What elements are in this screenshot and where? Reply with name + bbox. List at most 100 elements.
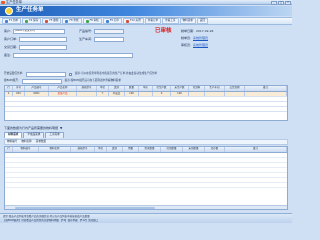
table-cell[interactable] xyxy=(189,92,205,96)
col-header[interactable]: 产品名称 xyxy=(49,86,77,91)
table-row[interactable] xyxy=(5,183,287,188)
production-field[interactable] xyxy=(94,37,125,42)
maximize-button[interactable]: □ xyxy=(278,0,284,5)
scrollbar-thumb[interactable] xyxy=(15,206,155,209)
col-header[interactable]: 交货日期 xyxy=(225,86,245,91)
table-cell[interactable]: 0 xyxy=(153,92,171,96)
table-cell[interactable] xyxy=(225,92,245,96)
col-header[interactable]: 未生产数 xyxy=(171,86,189,91)
material-subheader: 物料编号 物料名称 需求数量 xyxy=(4,139,288,145)
product-code-label: 产品编号: xyxy=(79,29,93,33)
col-header[interactable]: 用量 xyxy=(123,147,139,152)
client-field[interactable]: (0001) 某某公司 xyxy=(13,29,66,34)
col-header[interactable]: 产品编号 xyxy=(25,86,49,91)
col-header[interactable]: 库存数 xyxy=(205,147,225,152)
horizontal-scrollbar[interactable] xyxy=(5,205,287,209)
table-cell[interactable] xyxy=(245,92,287,96)
col-header[interactable]: 备注 xyxy=(245,86,287,91)
maker-value[interactable]: 系统管理员 xyxy=(193,37,208,40)
bom-note: 提示:按BOM展开后可在下面列表中查看物料需求 xyxy=(64,78,121,82)
col-header[interactable]: 行 xyxy=(5,86,13,91)
col-header[interactable]: 已领数量 xyxy=(161,147,183,152)
find-button[interactable]: F6 查找 xyxy=(62,18,82,24)
options-checkbox[interactable] xyxy=(69,72,73,76)
options-label: 开始设置任务单: xyxy=(4,71,24,75)
maker-row: 制单员: 系统管理员 xyxy=(181,37,208,40)
options-bar: 开始设置任务单: 提示:可以在任务单列表中直接引用生产订单,并由此自动生成生产任… xyxy=(4,71,288,77)
new-button[interactable]: F1 新单 xyxy=(2,18,22,24)
remark-row: 备注: xyxy=(4,53,134,58)
order-label: 客户订单: xyxy=(4,37,18,41)
col-header[interactable]: 备注 xyxy=(225,147,287,152)
sub-label: 需求数量 xyxy=(35,139,47,143)
col-header[interactable]: 单价 xyxy=(139,86,153,91)
save-icon xyxy=(25,19,29,23)
col-header[interactable]: 规格型号 xyxy=(71,147,95,152)
tab-material[interactable]: 材料需求 xyxy=(4,132,23,138)
bom-label: 按BOM展开: xyxy=(4,78,19,82)
options-dropdown[interactable] xyxy=(26,71,67,77)
col-header[interactable]: 单位 xyxy=(97,86,109,91)
remark-label: 备注: xyxy=(4,53,12,57)
date-row: 制单日期: 2017-02-26 xyxy=(181,30,213,33)
bom-dropdown[interactable] xyxy=(21,78,62,84)
delivery-field[interactable] xyxy=(19,45,68,50)
table-row[interactable] xyxy=(5,107,287,112)
form-area: 客户: (0001) 某某公司 产品编号: 已审核 制单日期: 2017-02-… xyxy=(4,28,288,62)
material-tabs: 材料需求 半成品需求 工序需求 xyxy=(4,132,288,138)
table-cell[interactable] xyxy=(139,92,153,96)
col-header[interactable]: 单位 xyxy=(95,147,107,152)
col-header[interactable]: 物料名称 xyxy=(39,147,71,152)
table-cell[interactable]: 半成品 xyxy=(109,92,125,96)
minimize-button[interactable]: _ xyxy=(271,0,277,5)
client-label: 客户: xyxy=(4,29,12,33)
col-header[interactable]: 未领数量 xyxy=(183,147,205,152)
col-header[interactable]: 需求数量 xyxy=(139,147,161,152)
col-header[interactable]: 行 xyxy=(5,147,13,152)
save-button[interactable]: F4 保存 xyxy=(22,18,42,24)
material-need-button[interactable]: 物料需求 xyxy=(179,18,196,24)
tab-process[interactable]: 工序需求 xyxy=(45,132,64,138)
view-process-button[interactable]: 查看工序 xyxy=(162,18,179,24)
back-button[interactable]: 返回 xyxy=(196,18,209,24)
close-button[interactable]: × xyxy=(285,0,291,5)
view-order-button[interactable]: 查看订单 xyxy=(144,18,162,24)
col-header[interactable]: 类别 xyxy=(109,86,125,91)
delete-button[interactable]: F5 删除 xyxy=(42,18,62,24)
close-window-button[interactable]: F12 关闭 xyxy=(122,18,144,24)
production-row: 生产车间: xyxy=(79,37,125,42)
table-cell[interactable]: 0001 xyxy=(25,92,49,96)
audit-button[interactable]: F8 审核 xyxy=(82,18,102,24)
tab-semi-product[interactable]: 半成品需求 xyxy=(23,132,45,138)
app-icon xyxy=(1,1,5,4)
col-header[interactable]: 序号 xyxy=(13,86,25,91)
close-icon xyxy=(125,19,129,23)
window-titlebar: 生产任务单 _ □ × xyxy=(0,0,292,5)
print-button[interactable]: F9 打印 xyxy=(102,18,122,24)
table-cell[interactable]: 100 xyxy=(125,92,139,96)
delete-icon xyxy=(45,19,49,23)
remark-field[interactable] xyxy=(13,53,134,58)
col-header[interactable]: 已领料 xyxy=(189,86,205,91)
table-cell[interactable] xyxy=(205,92,225,96)
production-label: 生产车间: xyxy=(79,37,93,41)
col-header[interactable]: 规格型号 xyxy=(77,86,97,91)
col-header[interactable]: 物料编号 xyxy=(13,147,39,152)
table-cell[interactable]: 个 xyxy=(97,92,109,96)
product-code-row: 产品编号: xyxy=(79,29,125,34)
auditor-value[interactable]: 系统管理员 xyxy=(193,44,208,47)
search-icon xyxy=(65,19,69,23)
col-header[interactable]: 生产车间 xyxy=(205,86,225,91)
auditor-label: 审核员: xyxy=(181,43,192,47)
col-header[interactable]: 数量 xyxy=(125,86,139,91)
col-header[interactable]: 类别 xyxy=(107,147,123,152)
window-controls: _ □ × xyxy=(271,0,291,5)
table-cell[interactable]: 100 xyxy=(171,92,189,96)
product-code-field[interactable] xyxy=(94,29,125,34)
table-cell[interactable]: 某某产品 xyxy=(49,92,77,96)
dropdown-arrow-icon[interactable]: ▼ xyxy=(60,126,62,130)
status-line-2: 【按BOM展开】可查看该产品所需的全部物料明细 【F4】保存单据 【F12】关闭… xyxy=(3,218,99,222)
col-header[interactable]: 已生产数 xyxy=(153,86,171,91)
table-cell[interactable] xyxy=(77,92,97,96)
order-field[interactable] xyxy=(19,37,68,42)
